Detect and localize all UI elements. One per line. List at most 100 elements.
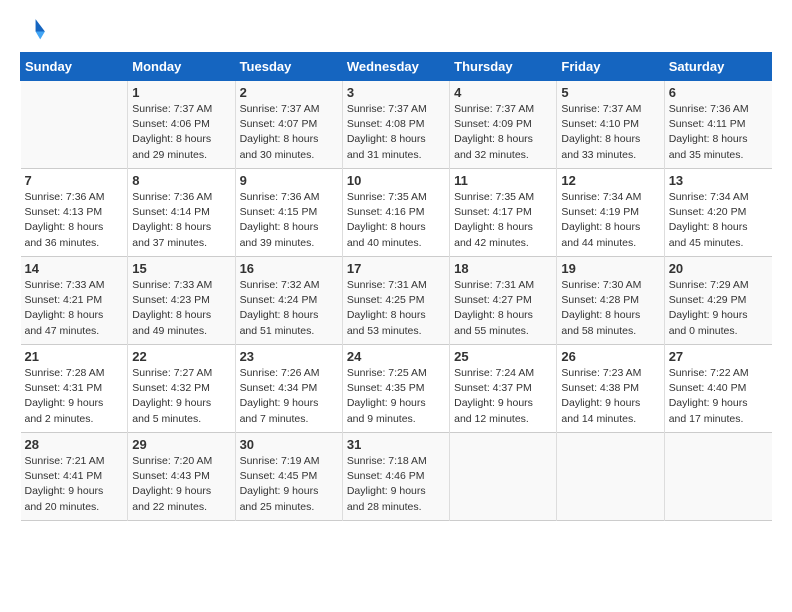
day-info: Sunrise: 7:37 AM Sunset: 4:07 PM Dayligh…: [240, 102, 338, 163]
calendar-cell: 4Sunrise: 7:37 AM Sunset: 4:09 PM Daylig…: [450, 81, 557, 169]
calendar-cell: 11 Sunrise: 7:35 AM Sunset: 4:17 PM Dayli…: [450, 169, 557, 257]
day-info: Sunrise: 7:34 AM Sunset: 4:20 PM Dayligh…: [669, 190, 768, 251]
day-info: Sunrise: 7:28 AM Sunset: 4:31 PM Dayligh…: [25, 366, 124, 427]
calendar-cell: 21 Sunrise: 7:28 AM Sunset: 4:31 PM Dayli…: [21, 345, 128, 433]
week-row-3: 14 Sunrise: 7:33 AM Sunset: 4:21 PM Dayli…: [21, 257, 772, 345]
calendar-cell: 13 Sunrise: 7:34 AM Sunset: 4:20 PM Dayli…: [664, 169, 771, 257]
day-number: 4: [454, 85, 552, 100]
day-number: 16: [240, 261, 338, 276]
calendar-cell: 31 Sunrise: 7:18 AM Sunset: 4:46 PM Dayli…: [342, 433, 449, 521]
day-info: Sunrise: 7:36 AM Sunset: 4:13 PM Dayligh…: [25, 190, 124, 251]
day-info: Sunrise: 7:21 AM Sunset: 4:41 PM Dayligh…: [25, 454, 124, 515]
day-number: 29: [132, 437, 230, 452]
day-number: 30: [240, 437, 338, 452]
calendar-header-row: SundayMondayTuesdayWednesdayThursdayFrid…: [21, 53, 772, 81]
header-tuesday: Tuesday: [235, 53, 342, 81]
day-info: Sunrise: 7:37 AM Sunset: 4:06 PM Dayligh…: [132, 102, 230, 163]
calendar-cell: 29Sunrise: 7:20 AM Sunset: 4:43 PM Dayli…: [128, 433, 235, 521]
day-info: Sunrise: 7:35 AM Sunset: 4:17 PM Dayligh…: [454, 190, 552, 251]
day-number: 5: [561, 85, 659, 100]
calendar-cell: 10Sunrise: 7:35 AM Sunset: 4:16 PM Dayli…: [342, 169, 449, 257]
calendar-cell: 20Sunrise: 7:29 AM Sunset: 4:29 PM Dayli…: [664, 257, 771, 345]
day-info: Sunrise: 7:27 AM Sunset: 4:32 PM Dayligh…: [132, 366, 230, 427]
header-sunday: Sunday: [21, 53, 128, 81]
day-number: 23: [240, 349, 338, 364]
day-number: 11: [454, 173, 552, 188]
page-header: [20, 16, 772, 44]
day-info: Sunrise: 7:19 AM Sunset: 4:45 PM Dayligh…: [240, 454, 338, 515]
calendar-cell: 19Sunrise: 7:30 AM Sunset: 4:28 PM Dayli…: [557, 257, 664, 345]
calendar-cell: 7 Sunrise: 7:36 AM Sunset: 4:13 PM Daylig…: [21, 169, 128, 257]
day-info: Sunrise: 7:24 AM Sunset: 4:37 PM Dayligh…: [454, 366, 552, 427]
day-info: Sunrise: 7:35 AM Sunset: 4:16 PM Dayligh…: [347, 190, 445, 251]
day-info: Sunrise: 7:31 AM Sunset: 4:27 PM Dayligh…: [454, 278, 552, 339]
day-info: Sunrise: 7:37 AM Sunset: 4:10 PM Dayligh…: [561, 102, 659, 163]
calendar-cell: 25 Sunrise: 7:24 AM Sunset: 4:37 PM Dayli…: [450, 345, 557, 433]
calendar-cell: 14 Sunrise: 7:33 AM Sunset: 4:21 PM Dayli…: [21, 257, 128, 345]
calendar-table: SundayMondayTuesdayWednesdayThursdayFrid…: [20, 52, 772, 521]
day-number: 3: [347, 85, 445, 100]
day-info: Sunrise: 7:25 AM Sunset: 4:35 PM Dayligh…: [347, 366, 445, 427]
calendar-cell: 22 Sunrise: 7:27 AM Sunset: 4:32 PM Dayli…: [128, 345, 235, 433]
day-number: 2: [240, 85, 338, 100]
calendar-cell: [664, 433, 771, 521]
calendar-cell: 28 Sunrise: 7:21 AM Sunset: 4:41 PM Dayli…: [21, 433, 128, 521]
day-info: Sunrise: 7:23 AM Sunset: 4:38 PM Dayligh…: [561, 366, 659, 427]
calendar-cell: 24 Sunrise: 7:25 AM Sunset: 4:35 PM Dayli…: [342, 345, 449, 433]
day-info: Sunrise: 7:37 AM Sunset: 4:08 PM Dayligh…: [347, 102, 445, 163]
day-number: 15: [132, 261, 230, 276]
day-info: Sunrise: 7:29 AM Sunset: 4:29 PM Dayligh…: [669, 278, 768, 339]
calendar-cell: 23 Sunrise: 7:26 AM Sunset: 4:34 PM Dayli…: [235, 345, 342, 433]
calendar-cell: 12 Sunrise: 7:34 AM Sunset: 4:19 PM Dayli…: [557, 169, 664, 257]
calendar-cell: 27Sunrise: 7:22 AM Sunset: 4:40 PM Dayli…: [664, 345, 771, 433]
header-saturday: Saturday: [664, 53, 771, 81]
calendar-cell: 16 Sunrise: 7:32 AM Sunset: 4:24 PM Dayli…: [235, 257, 342, 345]
day-number: 14: [25, 261, 124, 276]
calendar-cell: 26 Sunrise: 7:23 AM Sunset: 4:38 PM Dayli…: [557, 345, 664, 433]
day-number: 6: [669, 85, 768, 100]
day-info: Sunrise: 7:36 AM Sunset: 4:14 PM Dayligh…: [132, 190, 230, 251]
header-thursday: Thursday: [450, 53, 557, 81]
calendar-cell: [21, 81, 128, 169]
header-friday: Friday: [557, 53, 664, 81]
calendar-cell: 6Sunrise: 7:36 AM Sunset: 4:11 PM Daylig…: [664, 81, 771, 169]
day-number: 21: [25, 349, 124, 364]
day-info: Sunrise: 7:26 AM Sunset: 4:34 PM Dayligh…: [240, 366, 338, 427]
day-number: 1: [132, 85, 230, 100]
header-wednesday: Wednesday: [342, 53, 449, 81]
week-row-2: 7 Sunrise: 7:36 AM Sunset: 4:13 PM Daylig…: [21, 169, 772, 257]
logo: [20, 16, 52, 44]
week-row-1: 1 Sunrise: 7:37 AM Sunset: 4:06 PM Daylig…: [21, 81, 772, 169]
day-number: 26: [561, 349, 659, 364]
day-number: 24: [347, 349, 445, 364]
calendar-cell: 8 Sunrise: 7:36 AM Sunset: 4:14 PM Daylig…: [128, 169, 235, 257]
day-number: 7: [25, 173, 124, 188]
calendar-body: 1 Sunrise: 7:37 AM Sunset: 4:06 PM Daylig…: [21, 81, 772, 521]
day-info: Sunrise: 7:32 AM Sunset: 4:24 PM Dayligh…: [240, 278, 338, 339]
day-number: 12: [561, 173, 659, 188]
calendar-cell: 18Sunrise: 7:31 AM Sunset: 4:27 PM Dayli…: [450, 257, 557, 345]
day-info: Sunrise: 7:18 AM Sunset: 4:46 PM Dayligh…: [347, 454, 445, 515]
day-number: 27: [669, 349, 768, 364]
calendar-cell: 9 Sunrise: 7:36 AM Sunset: 4:15 PM Daylig…: [235, 169, 342, 257]
day-number: 8: [132, 173, 230, 188]
day-number: 25: [454, 349, 552, 364]
calendar-cell: 1 Sunrise: 7:37 AM Sunset: 4:06 PM Daylig…: [128, 81, 235, 169]
day-number: 22: [132, 349, 230, 364]
day-info: Sunrise: 7:33 AM Sunset: 4:21 PM Dayligh…: [25, 278, 124, 339]
day-number: 28: [25, 437, 124, 452]
calendar-cell: [557, 433, 664, 521]
day-info: Sunrise: 7:31 AM Sunset: 4:25 PM Dayligh…: [347, 278, 445, 339]
day-number: 17: [347, 261, 445, 276]
day-number: 9: [240, 173, 338, 188]
day-info: Sunrise: 7:36 AM Sunset: 4:15 PM Dayligh…: [240, 190, 338, 251]
header-monday: Monday: [128, 53, 235, 81]
calendar-cell: 5 Sunrise: 7:37 AM Sunset: 4:10 PM Daylig…: [557, 81, 664, 169]
calendar-cell: 15 Sunrise: 7:33 AM Sunset: 4:23 PM Dayli…: [128, 257, 235, 345]
day-info: Sunrise: 7:34 AM Sunset: 4:19 PM Dayligh…: [561, 190, 659, 251]
logo-icon: [20, 16, 48, 44]
day-info: Sunrise: 7:33 AM Sunset: 4:23 PM Dayligh…: [132, 278, 230, 339]
day-number: 31: [347, 437, 445, 452]
day-info: Sunrise: 7:30 AM Sunset: 4:28 PM Dayligh…: [561, 278, 659, 339]
day-number: 13: [669, 173, 768, 188]
